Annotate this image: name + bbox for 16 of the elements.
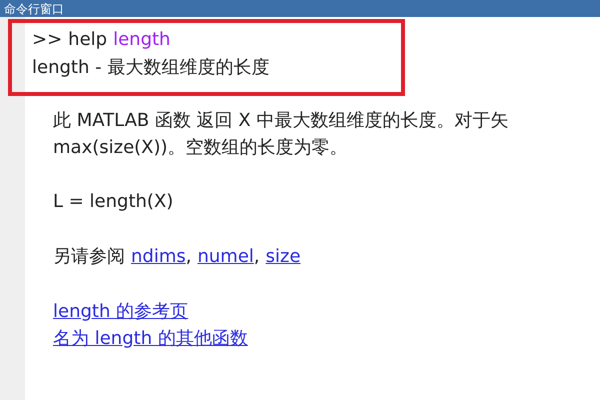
command-text: help [68, 28, 108, 52]
description-line: 此 MATLAB 函数 返回 X 中最大数组维度的长度。对于矢 [53, 109, 510, 133]
comma-separator: , [186, 245, 192, 269]
help-summary: length - 最大数组维度的长度 [32, 56, 270, 80]
description-line: max(size(X))。空数组的长度为零。 [53, 136, 349, 160]
window-title: 命令行窗口 [4, 2, 64, 14]
see-also-link[interactable]: ndims [131, 243, 186, 270]
command-prompt: >> [32, 28, 62, 52]
comma-separator: , [254, 245, 260, 269]
syntax-text: L = length(X) [53, 190, 174, 214]
reference-link[interactable]: length 的参考页 [53, 298, 188, 325]
see-also-label: 另请参阅 [53, 245, 125, 269]
see-also-link[interactable]: size [266, 243, 301, 270]
reference-link[interactable]: 名为 length 的其他函数 [53, 325, 248, 352]
command-argument: length [113, 28, 170, 52]
see-also-link[interactable]: numel [197, 243, 254, 270]
